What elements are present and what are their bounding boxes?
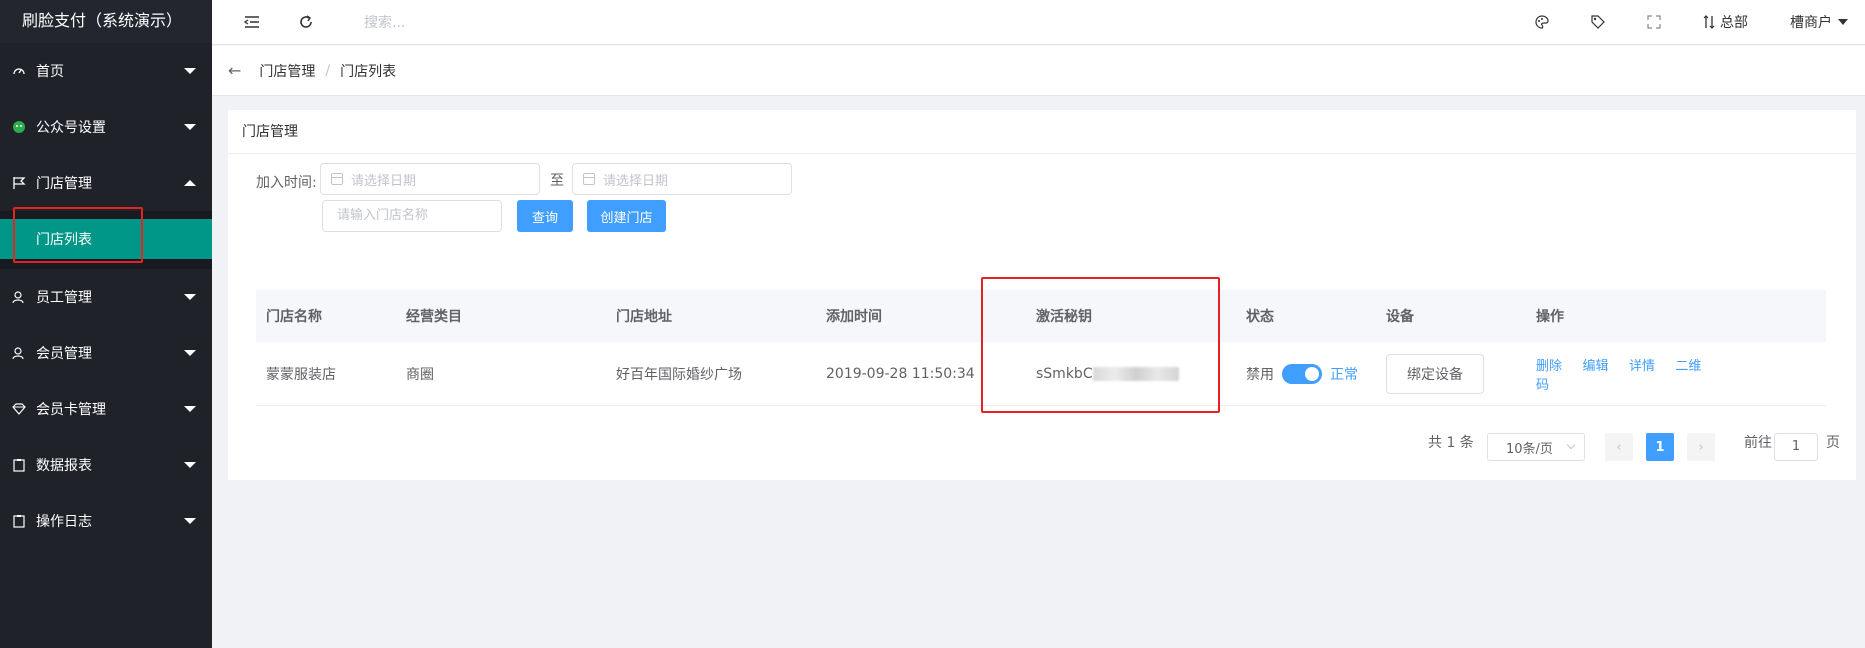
caret-down-icon <box>184 406 196 412</box>
user-icon <box>12 346 26 360</box>
hq-switch[interactable]: 总部 <box>1702 12 1748 32</box>
user-icon <box>12 290 26 304</box>
sidebar-item-label: 门店管理 <box>36 176 92 192</box>
back-arrow-icon[interactable]: ← <box>228 61 241 80</box>
tag-icon[interactable] <box>1588 12 1608 32</box>
sidebar-item-label: 员工管理 <box>36 290 92 306</box>
refresh-icon[interactable] <box>296 12 316 32</box>
sidebar-item-members[interactable]: 会员管理 <box>0 325 212 381</box>
wechat-icon <box>12 120 26 134</box>
pagination-total: 共 1 条 <box>1428 435 1474 451</box>
column-header: 门店名称 <box>266 309 322 325</box>
column-header: 状态 <box>1246 309 1274 325</box>
breadcrumb-separator: / <box>325 62 331 79</box>
diamond-icon <box>12 402 26 416</box>
sidebar-item-label: 操作日志 <box>36 514 92 530</box>
status-on-label: 正常 <box>1330 366 1358 383</box>
device-cell: 绑定设备 <box>1376 353 1526 394</box>
sidebar-item-wechat[interactable]: 公众号设置 <box>0 99 212 155</box>
breadcrumb: ← 门店管理 / 门店列表 <box>212 46 1865 96</box>
clipboard-icon <box>12 514 26 528</box>
dashboard-icon <box>12 64 26 78</box>
breadcrumb-item: 门店列表 <box>340 63 397 80</box>
store-name-cell: 蒙蒙服装店 <box>266 366 336 383</box>
bind-device-button[interactable]: 绑定设备 <box>1386 353 1484 394</box>
column-header: 操作 <box>1536 309 1564 325</box>
date-placeholder: 请选择日期 <box>351 173 417 189</box>
sidebar: 刷脸支付（系统演示） 首页 公众号设置 门店管理 门店列表 员工管理 会员管理 … <box>0 0 212 648</box>
join-time-label: 加入时间: <box>256 175 317 191</box>
caret-down-icon <box>184 518 196 524</box>
user-label: 槽商户 <box>1790 15 1832 31</box>
to-label: 至 <box>550 173 564 189</box>
sidebar-item-label: 首页 <box>36 64 64 80</box>
goto-page-input[interactable]: 1 <box>1774 433 1818 461</box>
create-store-button[interactable]: 创建门店 <box>587 200 666 232</box>
page-size-select[interactable]: 10条/页 <box>1487 433 1585 461</box>
sidebar-item-label: 会员卡管理 <box>36 402 106 418</box>
status-off-label: 禁用 <box>1246 366 1274 383</box>
status-cell: 禁用 正常 <box>1236 363 1376 384</box>
caret-down-icon <box>184 462 196 468</box>
goto-label: 前往 <box>1744 435 1772 451</box>
clipboard-icon <box>12 458 26 472</box>
edit-link[interactable]: 编辑 <box>1582 359 1608 374</box>
card-title: 门店管理 <box>228 110 1856 154</box>
caret-down-icon <box>184 68 196 74</box>
sidebar-item-label: 会员管理 <box>36 346 92 362</box>
details-link[interactable]: 详情 <box>1629 359 1655 374</box>
user-menu[interactable]: 槽商户 <box>1790 12 1848 32</box>
date-placeholder: 请选择日期 <box>603 173 669 189</box>
menu-toggle-icon[interactable] <box>242 12 262 32</box>
sidebar-item-staff[interactable]: 员工管理 <box>0 269 212 325</box>
hq-label: 总部 <box>1720 15 1748 31</box>
prev-page-button[interactable]: ‹ <box>1605 433 1633 461</box>
sidebar-item-label: 数据报表 <box>36 458 92 474</box>
page-unit-label: 页 <box>1826 435 1840 451</box>
address-cell: 好百年国际婚纱广场 <box>616 366 742 383</box>
sidebar-item-store-management[interactable]: 门店管理 <box>0 155 212 211</box>
column-header: 门店地址 <box>616 309 672 325</box>
sidebar-item-logs[interactable]: 操作日志 <box>0 493 212 549</box>
category-cell: 商圈 <box>406 366 434 383</box>
actions-cell: 删除 编辑 详情 二维码 <box>1526 355 1726 393</box>
column-header: 设备 <box>1386 309 1414 325</box>
query-button[interactable]: 查询 <box>517 200 573 232</box>
store-name-input[interactable]: 请输入门店名称 <box>322 200 502 232</box>
search-input[interactable]: 搜索... <box>364 12 405 32</box>
top-header: 搜索... 总部 槽商户 <box>212 0 1865 45</box>
column-header: 经营类目 <box>406 309 462 325</box>
calendar-icon <box>331 173 343 185</box>
delete-link[interactable]: 删除 <box>1536 359 1562 374</box>
sidebar-item-member-cards[interactable]: 会员卡管理 <box>0 381 212 437</box>
caret-down-icon <box>1838 19 1848 25</box>
end-date-input[interactable]: 请选择日期 <box>572 163 792 195</box>
fullscreen-icon[interactable] <box>1644 12 1664 32</box>
breadcrumb-item[interactable]: 门店管理 <box>259 61 315 81</box>
start-date-input[interactable]: 请选择日期 <box>320 163 540 195</box>
page-number-button[interactable]: 1 <box>1646 433 1674 461</box>
caret-down-icon <box>184 294 196 300</box>
palette-icon[interactable] <box>1532 12 1552 32</box>
flag-icon <box>12 176 26 190</box>
sidebar-item-label: 公众号设置 <box>36 120 106 136</box>
caret-down-icon <box>184 350 196 356</box>
highlight-box <box>981 277 1220 413</box>
app-title: 刷脸支付（系统演示） <box>0 0 212 43</box>
calendar-icon <box>583 173 595 185</box>
sidebar-item-reports[interactable]: 数据报表 <box>0 437 212 493</box>
page-size-value: 10条/页 <box>1506 441 1553 457</box>
chevron-down-icon <box>1566 440 1576 450</box>
status-toggle[interactable] <box>1282 363 1322 384</box>
next-page-button[interactable]: › <box>1687 433 1715 461</box>
caret-up-icon <box>184 180 196 186</box>
highlight-box <box>13 207 143 263</box>
sidebar-item-home[interactable]: 首页 <box>0 43 212 99</box>
caret-down-icon <box>184 124 196 130</box>
switch-icon <box>1703 15 1715 29</box>
